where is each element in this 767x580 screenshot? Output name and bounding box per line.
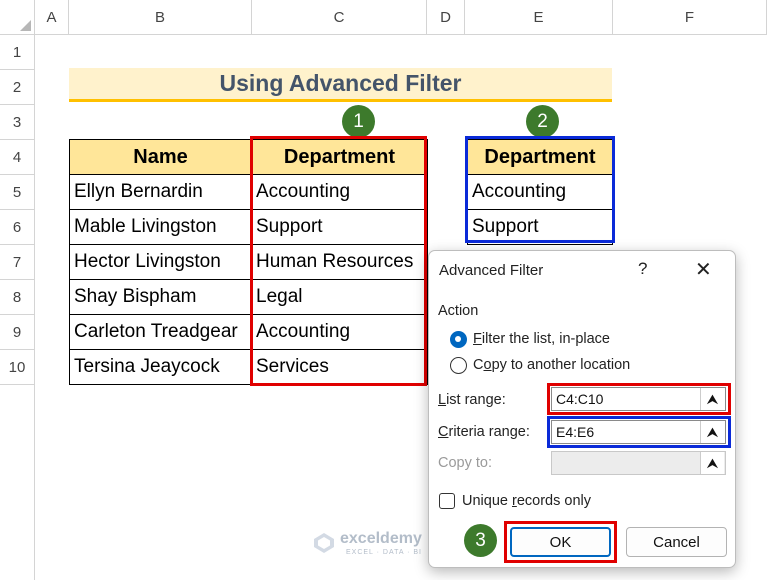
column-header-f[interactable]: F [613, 0, 767, 35]
accelerator-o: o [483, 357, 492, 373]
criteria-range-text: riteria range: [448, 424, 530, 440]
list-range-label: List range: [438, 392, 506, 408]
row-header-6[interactable]: 6 [0, 210, 35, 245]
column-header-b[interactable]: B [69, 0, 252, 35]
watermark-tagline: EXCEL · DATA · BI [346, 549, 422, 556]
row-header-1[interactable]: 1 [0, 35, 35, 70]
accelerator-l: L [438, 392, 447, 408]
cell-name[interactable]: Carleton Treadgear [69, 314, 252, 350]
radio-filter-in-place[interactable] [450, 331, 467, 348]
option-copy-pre: C [473, 357, 484, 373]
copy-to-label: Copy to: [438, 455, 492, 471]
row-header-7[interactable]: 7 [0, 245, 35, 280]
header-name[interactable]: Name [69, 139, 252, 175]
column-header-d[interactable]: D [427, 0, 465, 35]
row-header-9[interactable]: 9 [0, 315, 35, 350]
option-copy-to-location-label[interactable]: Copy to another location [473, 357, 630, 373]
cell-name[interactable]: Ellyn Bernardin [69, 174, 252, 210]
exceldemy-logo-icon [314, 533, 334, 553]
sheet-title[interactable]: Using Advanced Filter [69, 68, 612, 102]
cell-name[interactable]: Shay Bispham [69, 279, 252, 315]
cell-name[interactable]: Hector Livingston [69, 244, 252, 280]
row-header-10[interactable]: 10 [0, 350, 35, 385]
row-header-5[interactable]: 5 [0, 175, 35, 210]
list-range-highlight [250, 136, 427, 386]
criteria-range-label: Criteria range: [438, 424, 530, 440]
row-header-empty [0, 385, 35, 580]
watermark-name: exceldemy [340, 530, 422, 547]
unique-pre: Unique [462, 493, 512, 509]
criteria-range-field-highlight [547, 416, 731, 448]
column-header-e[interactable]: E [465, 0, 613, 35]
option-filter-in-place-label[interactable]: Filter the list, in-place [473, 331, 610, 347]
close-icon[interactable]: ✕ [695, 257, 712, 282]
criteria-range-highlight [465, 136, 615, 243]
cancel-button[interactable]: Cancel [626, 527, 727, 557]
list-range-text: ist range: [446, 392, 506, 408]
option-copy-text: py to another location [491, 357, 631, 373]
row-header-2[interactable]: 2 [0, 70, 35, 105]
action-label: Action [438, 303, 479, 319]
ok-button-highlight [504, 521, 617, 563]
help-button[interactable]: ? [638, 259, 647, 279]
unique-records-checkbox[interactable] [439, 493, 455, 509]
list-range-field-highlight [547, 383, 731, 415]
step-badge-3: 3 [464, 524, 497, 557]
dialog-title: Advanced Filter [439, 262, 544, 279]
advanced-filter-dialog: Advanced Filter ? ✕ Action Filter the li… [428, 250, 736, 568]
row-header-4[interactable]: 4 [0, 140, 35, 175]
select-all-triangle-icon [20, 20, 31, 31]
copy-to-collapse-icon[interactable]: ⮝ [700, 452, 724, 474]
accelerator-c: C [438, 424, 449, 440]
step-badge-1: 1 [342, 105, 375, 138]
row-header-8[interactable]: 8 [0, 280, 35, 315]
row-header-3[interactable]: 3 [0, 105, 35, 140]
cell-name[interactable]: Tersina Jeaycock [69, 349, 252, 385]
unique-text: ecords only [516, 493, 591, 509]
column-header-c[interactable]: C [252, 0, 427, 35]
column-header-a[interactable]: A [35, 0, 69, 35]
cell-name[interactable]: Mable Livingston [69, 209, 252, 245]
unique-records-label[interactable]: Unique records only [462, 493, 591, 509]
step-badge-2: 2 [526, 105, 559, 138]
radio-copy-to-location[interactable] [450, 357, 467, 374]
option-filter-text: ilter the list, in-place [481, 331, 610, 347]
accelerator-f: F [473, 331, 482, 347]
